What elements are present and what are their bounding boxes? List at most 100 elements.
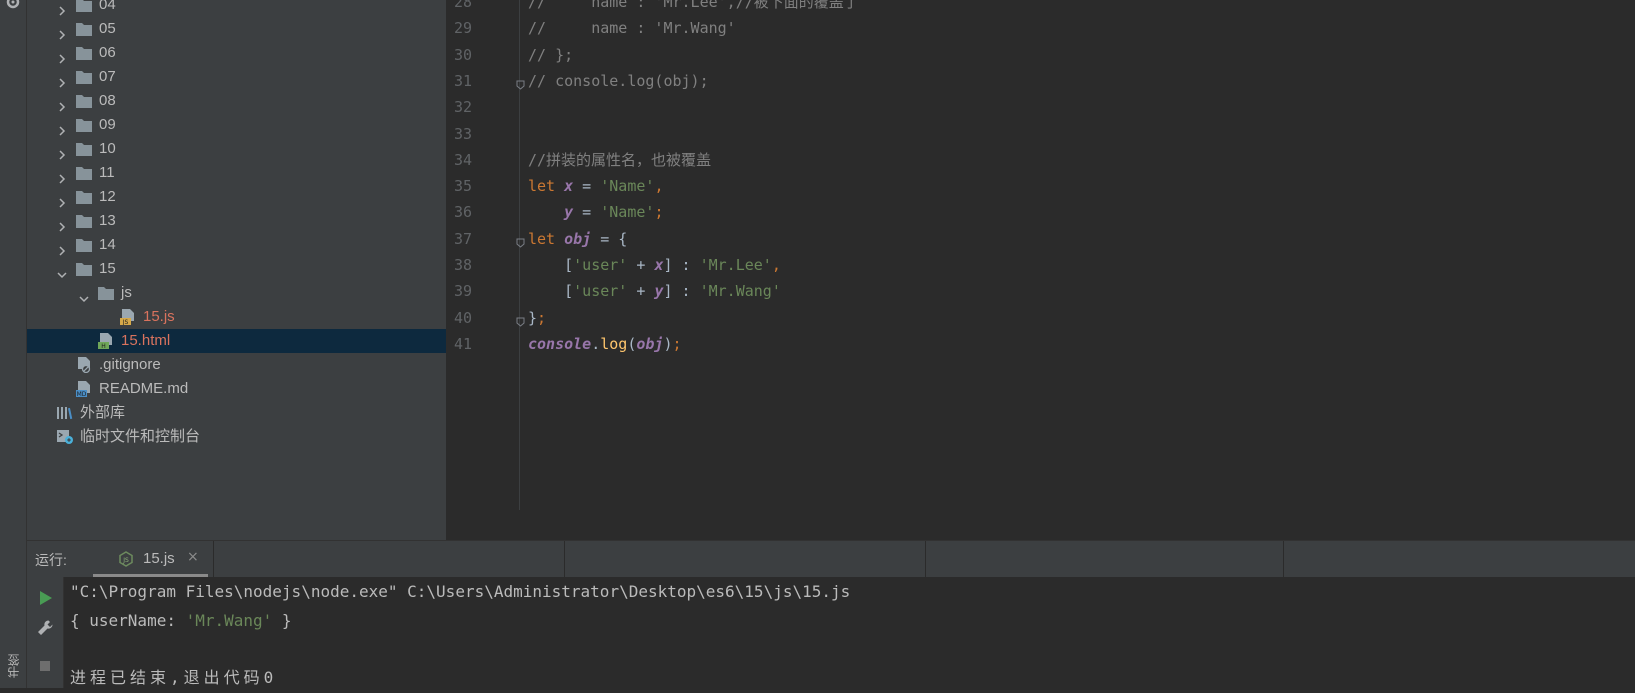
svg-text:H: H bbox=[101, 343, 106, 349]
run-tab-15js[interactable]: JS 15.js × bbox=[93, 541, 208, 577]
console-output-line: { userName: 'Mr.Wang' } bbox=[70, 606, 292, 636]
line-number: 40 bbox=[453, 308, 472, 327]
tree-item[interactable]: 09 bbox=[27, 113, 446, 137]
code-line[interactable]: }; bbox=[528, 304, 546, 332]
folder-icon bbox=[75, 261, 93, 277]
chevron-right-icon[interactable] bbox=[57, 96, 67, 112]
tree-item[interactable]: 05 bbox=[27, 17, 446, 41]
code-line[interactable]: y = 'Name'; bbox=[528, 198, 663, 226]
svg-text:JS: JS bbox=[122, 319, 129, 325]
tree-item-label: 15.js bbox=[143, 308, 175, 325]
tree-item[interactable]: JS 15.js bbox=[27, 305, 446, 329]
fold-marker-icon[interactable] bbox=[516, 76, 525, 90]
run-tab-label: 15.js bbox=[143, 550, 175, 567]
tree-item[interactable]: 临时文件和控制台 bbox=[27, 425, 446, 449]
line-number: 31 bbox=[453, 71, 472, 90]
markdown-file-icon: MD bbox=[75, 381, 93, 398]
chevron-right-icon[interactable] bbox=[57, 240, 67, 256]
folder-icon bbox=[97, 285, 115, 301]
tree-item[interactable]: H 15.html bbox=[27, 329, 446, 353]
code-line[interactable]: // console.log(obj); bbox=[528, 67, 709, 95]
tree-item[interactable]: 08 bbox=[27, 89, 446, 113]
header-divider bbox=[1283, 541, 1284, 577]
chevron-right-icon[interactable] bbox=[57, 168, 67, 184]
chevron-down-icon[interactable] bbox=[79, 288, 89, 303]
tree-item-label: 09 bbox=[99, 116, 116, 133]
tree-item[interactable]: 15 bbox=[27, 257, 446, 281]
nodejs-icon: JS bbox=[119, 551, 133, 567]
gitignore-file-icon bbox=[75, 357, 93, 374]
code-line[interactable]: console.log(obj); bbox=[528, 330, 682, 358]
chevron-right-icon[interactable] bbox=[57, 120, 67, 136]
chevron-right-icon[interactable] bbox=[57, 216, 67, 232]
chevron-right-icon[interactable] bbox=[57, 144, 67, 160]
gear-icon[interactable] bbox=[5, 0, 21, 10]
tree-item-label: 11 bbox=[99, 164, 115, 181]
output-value: 'Mr.Wang' bbox=[185, 611, 273, 630]
project-tree: 04 05 06 07 08 09 10 11 12 13 14 15 js JS 15.js H 15.htm… bbox=[27, 0, 446, 540]
tree-item[interactable]: MD README.md bbox=[27, 377, 446, 401]
stop-icon[interactable] bbox=[36, 657, 54, 675]
tree-item[interactable]: 07 bbox=[27, 65, 446, 89]
js-file-icon: JS bbox=[119, 309, 137, 326]
tree-item[interactable]: .gitignore bbox=[27, 353, 446, 377]
run-label: 运行: bbox=[35, 552, 67, 568]
folder-icon bbox=[75, 189, 93, 205]
tree-item[interactable]: 外部库 bbox=[27, 401, 446, 425]
folder-icon bbox=[75, 213, 93, 229]
tree-item-label: 04 bbox=[99, 0, 116, 13]
tree-item-label: 15 bbox=[99, 260, 116, 277]
wrench-icon[interactable] bbox=[36, 619, 54, 637]
folder-icon bbox=[75, 45, 93, 61]
code-line[interactable]: let x = 'Name', bbox=[528, 172, 663, 200]
line-number: 35 bbox=[453, 177, 472, 196]
chevron-right-icon[interactable] bbox=[57, 0, 67, 16]
svg-text:JS: JS bbox=[122, 557, 129, 564]
tree-item-label: js bbox=[121, 284, 132, 301]
html-file-icon: H bbox=[97, 333, 115, 350]
code-line[interactable]: // name : 'Mr.Wang' bbox=[528, 14, 736, 42]
bookmarks-tool-label[interactable]: 书签 bbox=[5, 654, 21, 678]
folder-icon bbox=[75, 117, 93, 133]
header-divider bbox=[213, 541, 214, 577]
tree-item[interactable]: 06 bbox=[27, 41, 446, 65]
code-line[interactable]: ['user' + x] : 'Mr.Lee', bbox=[528, 251, 781, 279]
tree-item[interactable]: 12 bbox=[27, 185, 446, 209]
line-number-gutter: 28 29 30 31 32 33 34 35 36 37 38 39 40 41 bbox=[446, 0, 520, 510]
header-divider bbox=[925, 541, 926, 577]
console-command-line: "C:\Program Files\nodejs\node.exe" C:\Us… bbox=[70, 582, 851, 601]
code-line[interactable]: // }; bbox=[528, 41, 573, 69]
line-number: 41 bbox=[453, 334, 472, 353]
code-line[interactable]: ['user' + y] : 'Mr.Wang' bbox=[528, 277, 781, 305]
console-output[interactable]: "C:\Program Files\nodejs\node.exe" C:\Us… bbox=[64, 577, 1635, 688]
tree-item[interactable]: 14 bbox=[27, 233, 446, 257]
chevron-right-icon[interactable] bbox=[57, 48, 67, 64]
tree-item[interactable]: 11 bbox=[27, 161, 446, 185]
code-editor[interactable]: 28 29 30 31 32 33 34 35 36 37 38 39 40 41 // name : '… bbox=[446, 0, 1635, 510]
line-number: 30 bbox=[453, 45, 472, 64]
folder-icon bbox=[75, 141, 93, 157]
tree-item-label: 05 bbox=[99, 20, 116, 37]
chevron-down-icon[interactable] bbox=[57, 264, 67, 279]
fold-marker-icon[interactable] bbox=[516, 313, 525, 327]
rerun-icon[interactable] bbox=[36, 589, 54, 607]
tree-item[interactable]: 04 bbox=[27, 0, 446, 17]
tree-item[interactable]: 13 bbox=[27, 209, 446, 233]
chevron-right-icon[interactable] bbox=[57, 192, 67, 208]
chevron-right-icon[interactable] bbox=[57, 24, 67, 40]
chevron-right-icon[interactable] bbox=[57, 72, 67, 88]
tree-item[interactable]: 10 bbox=[27, 137, 446, 161]
close-icon[interactable]: × bbox=[187, 549, 199, 565]
output-suffix: } bbox=[272, 611, 292, 630]
scratch-console-icon bbox=[56, 429, 74, 445]
tree-item[interactable]: js bbox=[27, 281, 446, 305]
svg-text:MD: MD bbox=[77, 391, 87, 397]
header-divider bbox=[564, 541, 565, 577]
line-number: 39 bbox=[453, 282, 472, 301]
code-line[interactable]: let obj = { bbox=[528, 225, 627, 253]
code-line[interactable]: //拼装的属性名，也被覆盖 bbox=[528, 146, 711, 174]
fold-marker-icon[interactable] bbox=[516, 234, 525, 248]
tree-item-label: 07 bbox=[99, 68, 116, 85]
output-prefix: { userName: bbox=[70, 611, 186, 630]
tree-item-label: 06 bbox=[99, 44, 116, 61]
